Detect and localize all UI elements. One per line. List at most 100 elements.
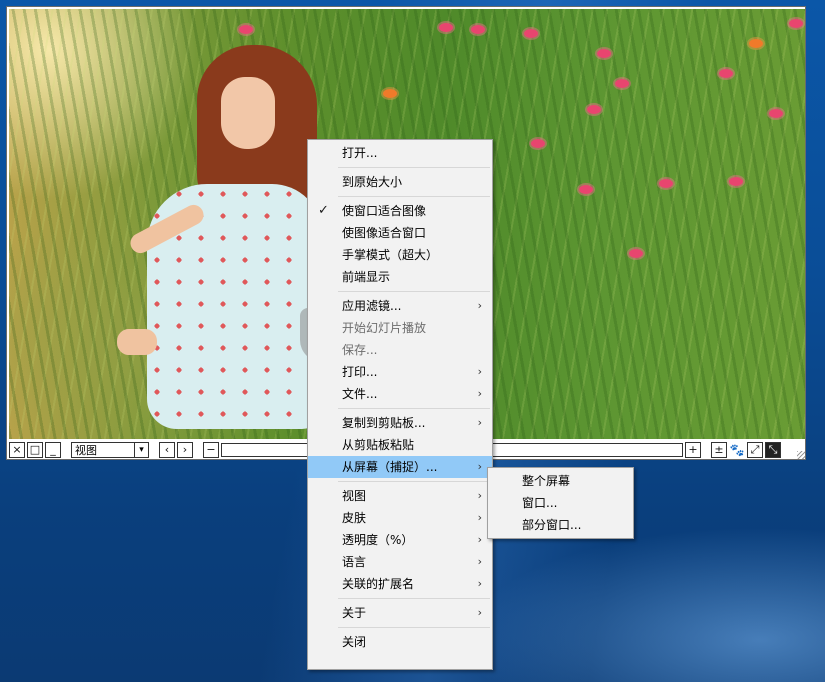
menu-item-start-slideshow[interactable]: 开始幻灯片播放 (308, 317, 492, 339)
menu-item-original-size[interactable]: 到原始大小 (308, 171, 492, 193)
photo-flower (597, 49, 611, 58)
zoom-in-button[interactable]: + (685, 441, 701, 458)
zoom-toggle-button[interactable]: ± (711, 441, 727, 458)
menu-item-label: 打印... (342, 365, 378, 379)
plus-icon: + (688, 443, 698, 456)
menu-item-open[interactable]: 打开... (308, 142, 492, 164)
restore-button[interactable]: □ (27, 441, 43, 458)
paw-icon: 🐾 (729, 442, 745, 457)
photo-hand (117, 329, 157, 355)
restore-icon: □ (29, 443, 41, 456)
collapse-arrows-icon: ⤡ (768, 443, 778, 456)
menu-item-label: 语言 (342, 555, 367, 569)
menu-item-label: 前端显示 (342, 270, 391, 284)
menu-item-capture-screen[interactable]: 从屏幕（捕捉）... › (308, 456, 492, 478)
submenu-item-label: 窗口... (522, 496, 558, 510)
submenu-item-label: 整个屏幕 (522, 474, 571, 488)
menu-item-close[interactable]: 关闭 (308, 631, 492, 653)
menu-item-file[interactable]: 文件... › (308, 383, 492, 405)
submenu-arrow-icon: › (477, 365, 482, 378)
menu-item-label: 复制到剪贴板... (342, 416, 426, 430)
chevron-right-icon: › (182, 443, 188, 456)
next-image-button[interactable]: › (177, 441, 193, 458)
menu-item-label: 从屏幕（捕捉）... (342, 460, 438, 474)
fullscreen-button[interactable]: ⤡ (765, 441, 781, 458)
menu-separator (338, 408, 490, 409)
photo-flower (629, 249, 643, 258)
submenu-item-label: 部分窗口... (522, 518, 582, 532)
photo-flower (383, 89, 397, 98)
menu-separator (338, 627, 490, 628)
menu-item-label: 视图 (342, 489, 367, 503)
menu-item-print[interactable]: 打印... › (308, 361, 492, 383)
menu-item-transparency[interactable]: 透明度（%） › (308, 529, 492, 551)
submenu-arrow-icon: › (477, 387, 482, 400)
menu-item-label: 从剪贴板粘贴 (342, 438, 415, 452)
menu-item-save[interactable]: 保存... (308, 339, 492, 361)
minimize-icon: _ (50, 443, 56, 456)
photo-flower (749, 39, 763, 48)
menu-item-view[interactable]: 视图 › (308, 485, 492, 507)
menu-item-label: 开始幻灯片播放 (342, 321, 427, 335)
menu-item-copy-to-clipboard[interactable]: 复制到剪贴板... › (308, 412, 492, 434)
menu-item-label: 应用滤镜... (342, 299, 402, 313)
zoom-out-button[interactable]: − (203, 441, 219, 458)
menu-separator (338, 167, 490, 168)
chevron-left-icon: ‹ (164, 443, 170, 456)
photo-flower (524, 29, 538, 38)
menu-item-label: 使窗口适合图像 (342, 204, 427, 218)
photo-face (221, 77, 275, 149)
menu-item-label: 保存... (342, 343, 378, 357)
submenu-arrow-icon: › (477, 460, 482, 473)
menu-item-paste-from-clipboard[interactable]: 从剪贴板粘贴 (308, 434, 492, 456)
menu-item-fit-image-to-window[interactable]: 使图像适合窗口 (308, 222, 492, 244)
submenu-item-window[interactable]: 窗口... (488, 492, 633, 514)
menu-separator (338, 196, 490, 197)
view-select-value: 视图 (75, 443, 97, 457)
menu-item-label: 到原始大小 (342, 175, 403, 189)
view-select[interactable]: 视图 ▾ (71, 441, 149, 458)
capture-submenu: 整个屏幕 窗口... 部分窗口... (487, 467, 634, 539)
menu-item-label: 关联的扩展名 (342, 577, 415, 591)
submenu-item-partial-window[interactable]: 部分窗口... (488, 514, 633, 536)
menu-item-label: 透明度（%） (342, 533, 414, 547)
expand-arrows-icon: ⤢ (750, 443, 760, 456)
menu-item-label: 手掌模式（超大） (342, 248, 439, 262)
menu-item-fit-window-to-image[interactable]: ✓ 使窗口适合图像 (308, 200, 492, 222)
menu-item-hand-mode[interactable]: 手掌模式（超大） (308, 244, 492, 266)
close-icon: × (12, 443, 22, 456)
photo-flower (719, 69, 733, 78)
menu-item-label: 打开... (342, 146, 378, 160)
previous-image-button[interactable]: ‹ (159, 441, 175, 458)
photo-flower (615, 79, 629, 88)
photo-flower (471, 25, 485, 34)
menu-item-about[interactable]: 关于 › (308, 602, 492, 624)
submenu-item-full-screen[interactable]: 整个屏幕 (488, 470, 633, 492)
menu-item-always-on-top[interactable]: 前端显示 (308, 266, 492, 288)
menu-item-label: 关于 (342, 606, 367, 620)
menu-item-file-associations[interactable]: 关联的扩展名 › (308, 573, 492, 595)
submenu-arrow-icon: › (477, 606, 482, 619)
menu-item-label: 文件... (342, 387, 378, 401)
menu-item-skin[interactable]: 皮肤 › (308, 507, 492, 529)
photo-flower (659, 179, 673, 188)
menu-item-language[interactable]: 语言 › (308, 551, 492, 573)
menu-item-label: 关闭 (342, 635, 367, 649)
menu-separator (338, 481, 490, 482)
menu-separator (338, 598, 490, 599)
fit-window-button[interactable]: ⤢ (747, 441, 763, 458)
photo-flower (531, 139, 545, 148)
minimize-button[interactable]: _ (45, 441, 61, 458)
close-button[interactable]: × (9, 441, 25, 458)
menu-item-apply-filter[interactable]: 应用滤镜... › (308, 295, 492, 317)
minus-icon: − (206, 443, 216, 456)
chevron-down-icon: ▾ (134, 442, 148, 457)
photo-flower (587, 105, 601, 114)
submenu-arrow-icon: › (477, 511, 482, 524)
menu-item-label: 皮肤 (342, 511, 367, 525)
photo-flower (729, 177, 743, 186)
submenu-arrow-icon: › (477, 555, 482, 568)
hand-mode-button[interactable]: 🐾 (729, 442, 745, 458)
photo-flower (239, 25, 253, 34)
resize-grip[interactable] (797, 451, 805, 459)
